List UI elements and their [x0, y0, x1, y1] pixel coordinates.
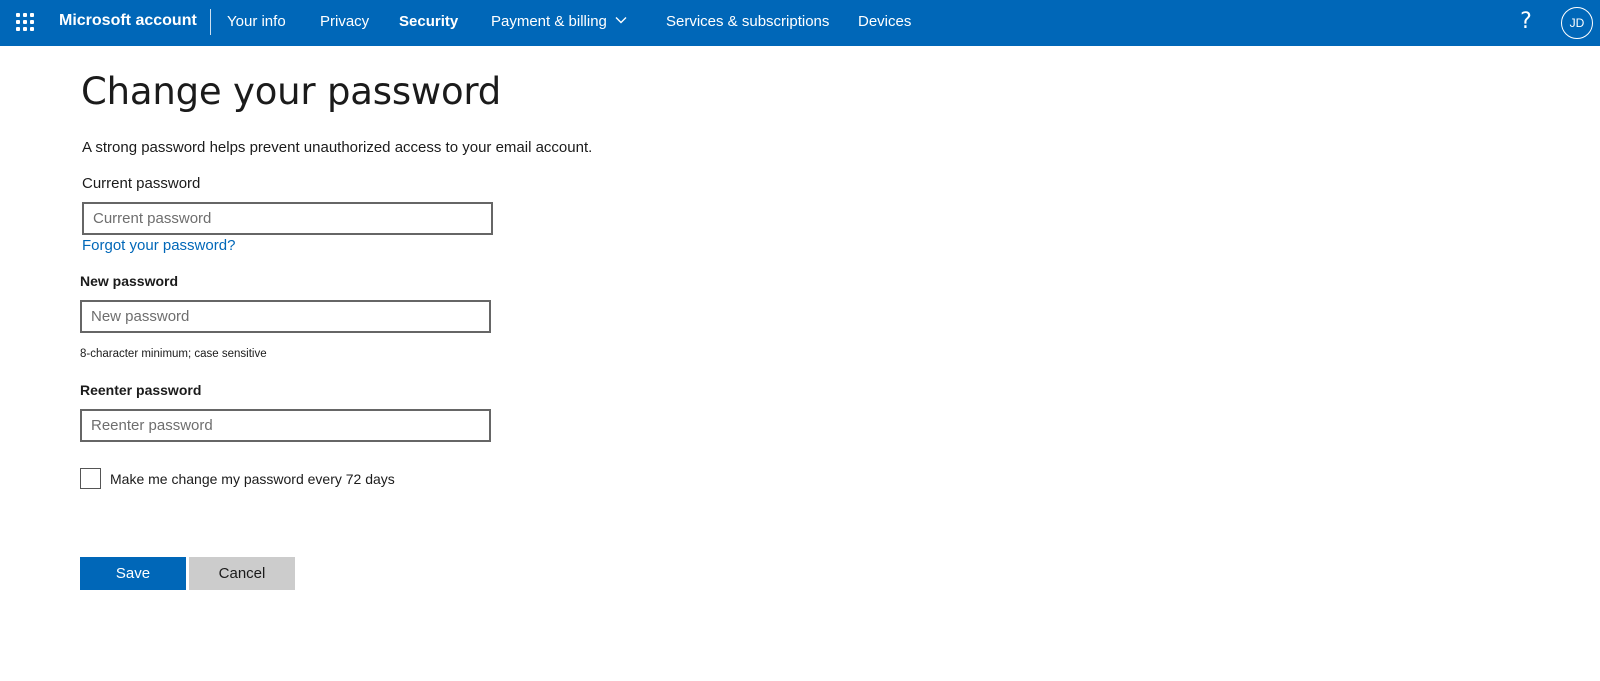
new-password-input[interactable] — [80, 300, 491, 333]
nav-devices[interactable]: Devices — [858, 13, 911, 30]
current-password-input[interactable] — [82, 202, 493, 235]
password-hint: 8-character minimum; case sensitive — [80, 348, 267, 360]
current-password-label: Current password — [82, 175, 201, 192]
intro-text: A strong password helps prevent unauthor… — [82, 139, 593, 156]
app-launcher-icon[interactable] — [16, 13, 34, 31]
password-expiry-checkbox[interactable] — [80, 468, 101, 489]
page-title: Change your password — [81, 70, 502, 113]
brand-divider — [210, 9, 211, 35]
reenter-password-label: Reenter password — [80, 382, 202, 398]
help-icon[interactable]: ? — [1516, 9, 1536, 35]
nav-your-info[interactable]: Your info — [227, 13, 286, 30]
nav-payment-billing[interactable]: Payment & billing — [491, 13, 607, 30]
password-expiry-label[interactable]: Make me change my password every 72 days — [110, 471, 395, 487]
brand-link[interactable]: Microsoft account — [59, 12, 197, 30]
reenter-password-input[interactable] — [80, 409, 491, 442]
new-password-label: New password — [80, 273, 179, 289]
avatar[interactable]: JD — [1561, 7, 1593, 39]
top-navigation-bar: Microsoft account Your info Privacy Secu… — [0, 0, 1600, 46]
nav-services-subscriptions[interactable]: Services & subscriptions — [666, 13, 829, 30]
forgot-password-link[interactable]: Forgot your password? — [82, 237, 235, 254]
nav-privacy[interactable]: Privacy — [320, 13, 369, 30]
chevron-down-icon[interactable] — [615, 14, 627, 26]
cancel-button[interactable]: Cancel — [189, 557, 295, 590]
nav-security[interactable]: Security — [399, 13, 458, 30]
save-button[interactable]: Save — [80, 557, 186, 590]
